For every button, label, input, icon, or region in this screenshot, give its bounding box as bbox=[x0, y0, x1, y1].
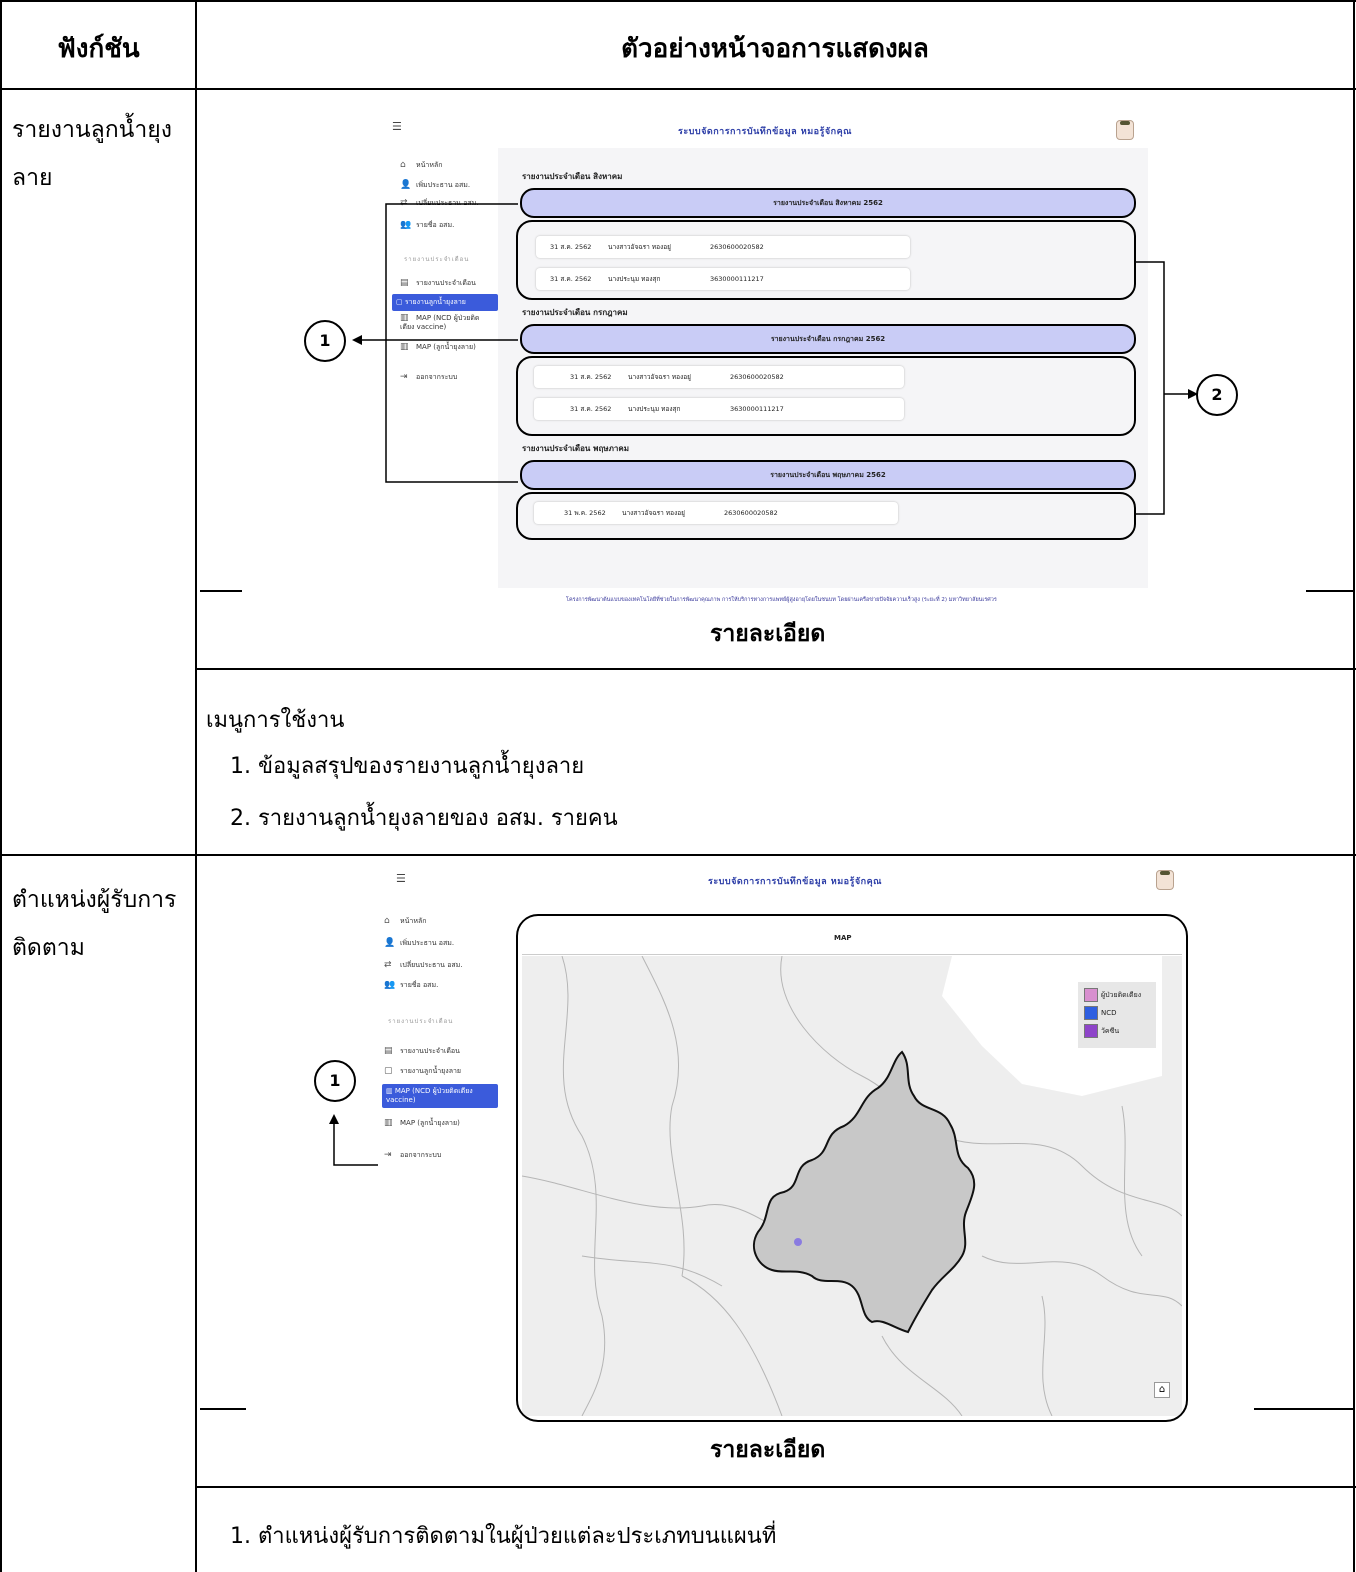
sidebar-item-home[interactable]: ⌂ หน้าหลัก bbox=[384, 916, 426, 927]
legend-item-ncd: NCD bbox=[1084, 1006, 1150, 1024]
legend-item-bedridden: ผู้ป่วยติดเตียง bbox=[1084, 988, 1150, 1006]
callout-1-map: 1 bbox=[314, 1060, 356, 1102]
map-header bbox=[522, 920, 1182, 955]
clipboard-icon: ▤ bbox=[384, 1046, 393, 1056]
map-icon: ▥ bbox=[386, 1087, 395, 1095]
avatar[interactable] bbox=[1156, 870, 1174, 890]
sidebar-item-change-osm[interactable]: ⇄ เปลี่ยนประธาน อสม. bbox=[384, 960, 463, 971]
legend-item-vaccine: วัคซีน bbox=[1084, 1024, 1150, 1042]
screenshot-map: ☰ ระบบจัดการการบันทึกข้อมูล หมอรู้จักคุณ… bbox=[378, 866, 1190, 1422]
legend-swatch bbox=[1084, 1006, 1098, 1020]
map-panel: MAP ผู้ป่วยติดเตียง NCD วัคซีน ⌂ bbox=[516, 914, 1188, 1422]
swap-icon: ⇄ bbox=[384, 960, 392, 970]
sidebar-section-monthly: รายงานประจำเดือน bbox=[388, 1018, 454, 1025]
sidebar-item-monthly-report[interactable]: ▤ รายงานประจำเดือน bbox=[384, 1046, 460, 1057]
map-home-icon[interactable]: ⌂ bbox=[1154, 1382, 1170, 1398]
legend-swatch bbox=[1084, 988, 1098, 1002]
clipboard-icon: ▢ bbox=[384, 1066, 393, 1076]
users-icon: 👥 bbox=[384, 980, 396, 990]
app-title: ระบบจัดการการบันทึกข้อมูล หมอรู้จักคุณ bbox=[708, 877, 882, 887]
add-user-icon: 👤 bbox=[384, 938, 396, 948]
callout-2: 2 bbox=[1196, 374, 1238, 416]
sidebar-item-logout[interactable]: ⇥ ออกจากระบบ bbox=[384, 1150, 441, 1161]
patient-marker bbox=[794, 1238, 802, 1246]
map-title: MAP bbox=[834, 934, 852, 942]
sidebar-item-map-larvae[interactable]: ▥ MAP (ลูกน้ำยุงลาย) bbox=[384, 1118, 460, 1129]
map-legend: ผู้ป่วยติดเตียง NCD วัคซีน bbox=[1078, 982, 1156, 1048]
map-icon: ▥ bbox=[384, 1118, 393, 1128]
home-icon: ⌂ bbox=[384, 916, 390, 926]
sidebar-item-osm-list[interactable]: 👥 รายชื่อ อสม. bbox=[384, 980, 438, 991]
menu-icon[interactable]: ☰ bbox=[396, 872, 406, 885]
sidebar-item-larvae-report[interactable]: ▢ รายงานลูกน้ำยุงลาย bbox=[384, 1066, 461, 1077]
callout-1: 1 bbox=[304, 320, 346, 362]
sidebar-item-map-ncd[interactable]: ▥ MAP (NCD ผู้ป่วยติดเตียง vaccine) bbox=[382, 1084, 498, 1108]
logout-icon: ⇥ bbox=[384, 1150, 392, 1160]
legend-swatch bbox=[1084, 1024, 1098, 1038]
sidebar-item-add-osm[interactable]: 👤 เพิ่มประธาน อสม. bbox=[384, 938, 454, 949]
